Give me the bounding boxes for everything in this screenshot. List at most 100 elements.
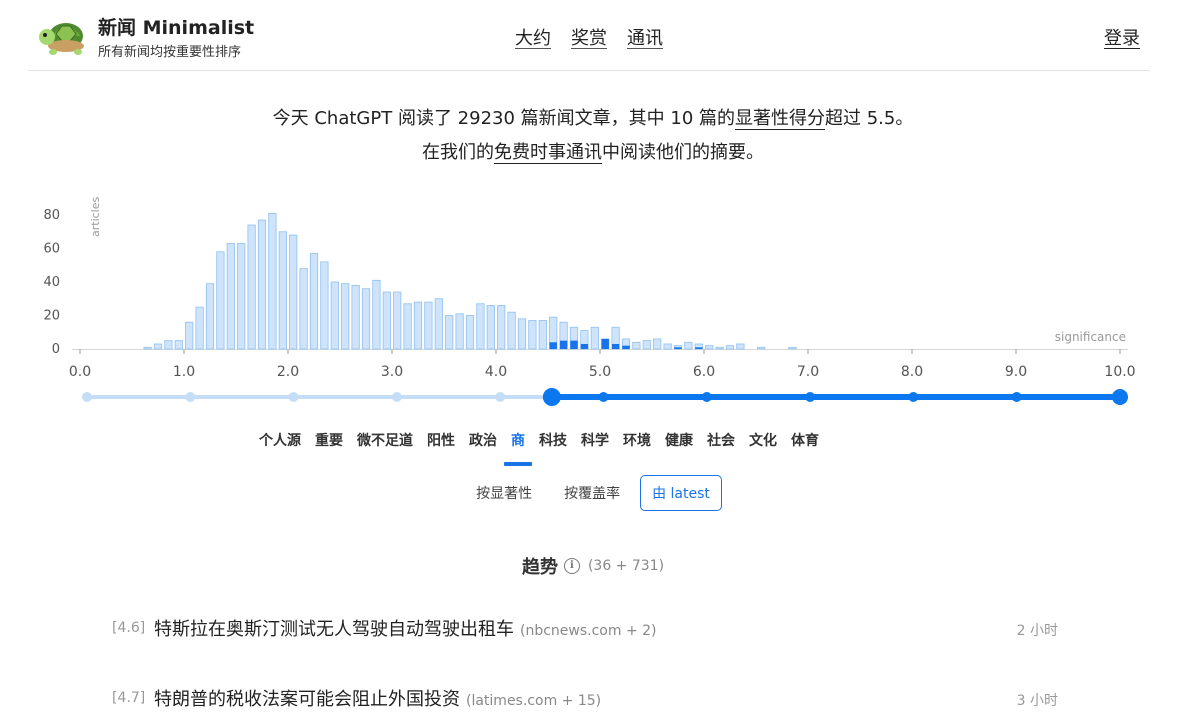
category-tab[interactable]: 商 [504, 426, 532, 466]
news-score: [4.7] [112, 690, 146, 706]
news-source[interactable]: (latimes.com + 15) [466, 693, 601, 709]
slider-tick[interactable] [805, 392, 816, 402]
histogram-bar [289, 234, 298, 350]
histogram-bar [632, 341, 641, 350]
histogram-bar [216, 251, 225, 350]
nav-about-link[interactable]: 大约 [515, 24, 551, 50]
histogram-bar [663, 343, 672, 350]
news-title-link[interactable]: 特朗普的税收法案可能会阻止外国投资 (latimes.com + 15) [154, 685, 601, 711]
slider-tick[interactable] [288, 392, 299, 402]
slider-handle[interactable] [542, 388, 561, 406]
y-tick-label: 80 [43, 208, 60, 223]
x-tick-label: 3.0 [381, 364, 403, 380]
category-tab[interactable]: 体育 [784, 426, 826, 464]
sort-option-button[interactable]: 由 latest [640, 475, 722, 511]
histogram-bar [164, 340, 173, 350]
histogram-bar [788, 346, 797, 350]
histogram-bar [309, 253, 319, 350]
slider-tick[interactable] [908, 392, 919, 402]
histogram-bar [757, 346, 766, 350]
turtle-logo-icon[interactable] [38, 14, 90, 58]
trending-header: 趋势 i (36 + 731) [0, 553, 1186, 579]
histogram-bar [517, 318, 527, 350]
histogram-bar [351, 284, 360, 350]
histogram-bar [424, 301, 433, 350]
histogram-bar [226, 243, 235, 350]
histogram-bar [590, 326, 599, 350]
slider-tick[interactable] [391, 392, 402, 402]
histogram-bar [278, 231, 287, 350]
y-tick-label: 60 [43, 242, 60, 257]
category-tab[interactable]: 重要 [308, 426, 350, 464]
x-tick-label: 6.0 [693, 364, 715, 380]
x-axis-label: significance [1055, 330, 1126, 344]
info-icon[interactable]: i [563, 558, 580, 574]
slider-tick[interactable] [701, 392, 712, 402]
category-tab[interactable]: 社会 [700, 426, 742, 464]
sort-option-button[interactable]: 按覆盖率 [552, 475, 632, 511]
histogram-bar [455, 313, 464, 350]
histogram-bar [320, 261, 329, 350]
nav-rewards-link[interactable]: 奖赏 [571, 24, 607, 50]
significance-score-link[interactable]: 显著性得分 [735, 108, 825, 129]
histogram-bar [705, 345, 714, 350]
histogram-bar [341, 283, 350, 350]
x-tick-label: 5.0 [589, 364, 611, 380]
histogram-bar-selected [580, 343, 589, 349]
histogram-bar [143, 346, 152, 350]
histogram-bar [268, 212, 277, 350]
news-source[interactable]: (nbcnews.com + 2) [520, 623, 657, 639]
x-tick-label: 9.0 [1005, 364, 1027, 380]
newsletter-link[interactable]: 免费时事通讯 [494, 142, 602, 163]
histogram-bar-selected [622, 345, 630, 349]
category-tab[interactable]: 科技 [532, 426, 574, 464]
histogram-bar [195, 306, 204, 350]
sort-option-button[interactable]: 按显著性 [464, 475, 544, 511]
news-title-link[interactable]: 特斯拉在奥斯汀测试无人驾驶自动驾驶出租车 (nbcnews.com + 2) [154, 615, 657, 641]
category-tab[interactable]: 阳性 [420, 426, 462, 464]
slider-tick[interactable] [185, 392, 196, 402]
news-title[interactable]: 特斯拉在奥斯汀测试无人驾驶自动驾驶出租车 [154, 619, 514, 640]
category-tab[interactable]: 环境 [616, 426, 658, 464]
histogram-bar [507, 311, 516, 350]
news-item[interactable]: [4.7] 特朗普的税收法案可能会阻止外国投资 (latimes.com + 15… [112, 684, 1058, 714]
category-tab[interactable]: 政治 [462, 426, 504, 464]
login-link[interactable]: 登录 [1104, 24, 1140, 50]
slider-tick[interactable] [1011, 392, 1022, 402]
histogram-bar [185, 321, 194, 350]
summary-part: 今天 ChatGPT 阅读了 29230 篇新闻文章，其中 10 篇的 [272, 108, 735, 129]
summary-part: 中阅读他们的摘要。 [602, 142, 764, 163]
histogram-bar [257, 219, 267, 350]
histogram-bar [538, 320, 547, 350]
top-nav: 大约 奖赏 通讯 [515, 24, 663, 50]
histogram-bar [528, 320, 537, 350]
slider-end-handle[interactable] [1112, 389, 1128, 405]
slider-tick[interactable] [495, 392, 506, 402]
news-item[interactable]: [4.6] 特斯拉在奥斯汀测试无人驾驶自动驾驶出租车 (nbcnews.com +… [112, 614, 1058, 644]
summary-text: 今天 ChatGPT 阅读了 29230 篇新闻文章，其中 10 篇的显著性得分… [0, 102, 1186, 170]
histogram-bar [174, 340, 183, 350]
category-tab[interactable]: 科学 [574, 426, 616, 464]
news-title[interactable]: 特朗普的税收法案可能会阻止外国投资 [154, 689, 460, 710]
histogram-bar [434, 298, 443, 350]
significance-slider[interactable] [0, 380, 1186, 414]
histogram-bar-selected [601, 338, 609, 349]
category-tab[interactable]: 文化 [742, 426, 784, 464]
nav-newsletter-link[interactable]: 通讯 [627, 24, 663, 50]
histogram-bar-selected [674, 347, 682, 349]
histogram-bar [486, 305, 495, 350]
slider-tick[interactable] [598, 392, 609, 402]
category-tab[interactable]: 微不足道 [350, 426, 420, 464]
x-tick-label: 1.0 [173, 364, 195, 380]
site-title[interactable]: 新闻 Minimalist [98, 13, 254, 40]
histogram-bar [382, 291, 391, 350]
category-tab[interactable]: 健康 [658, 426, 700, 464]
y-tick-label: 0 [52, 342, 60, 357]
histogram-bar-selected [559, 340, 568, 349]
histogram-bar-selected [695, 347, 703, 349]
histogram-bar [413, 301, 423, 350]
slider-tick[interactable] [82, 392, 92, 402]
news-time: 2 小时 [1016, 623, 1058, 639]
category-tab[interactable]: 个人源 [252, 426, 308, 464]
histogram-bar [465, 315, 475, 350]
